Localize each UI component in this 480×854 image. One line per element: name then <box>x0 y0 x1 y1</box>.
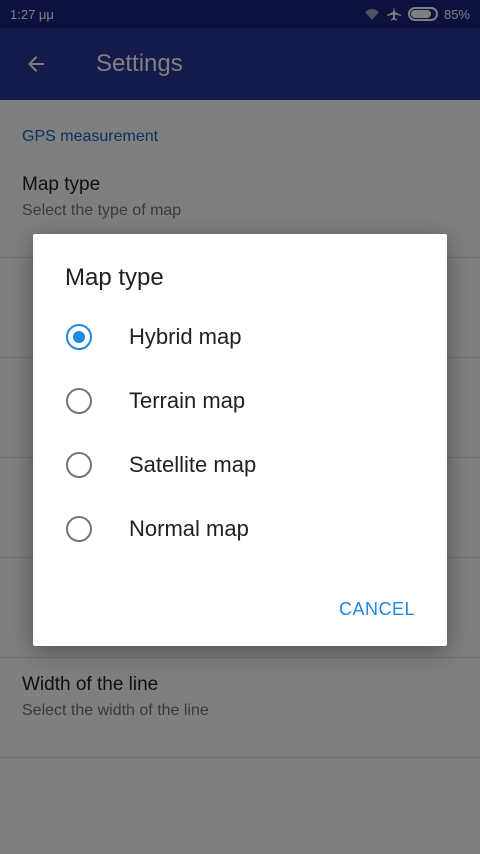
option-normal-map[interactable]: Normal map <box>33 497 447 561</box>
option-label: Hybrid map <box>129 324 242 349</box>
option-label: Terrain map <box>129 388 246 413</box>
cancel-button[interactable]: CANCEL <box>339 599 415 620</box>
option-label: Satellite map <box>129 452 257 477</box>
dialog-title: Map type <box>65 264 164 291</box>
option-label: Normal map <box>129 516 249 541</box>
map-type-dialog: Map type Hybrid map Terrain map Satellit… <box>33 234 447 646</box>
option-satellite-map[interactable]: Satellite map <box>33 433 447 497</box>
option-terrain-map[interactable]: Terrain map <box>33 369 447 433</box>
radio-button[interactable] <box>66 324 92 350</box>
radio-group: Hybrid map Terrain map Satellite map Nor… <box>33 305 447 561</box>
option-hybrid-map[interactable]: Hybrid map <box>33 305 447 369</box>
radio-button[interactable] <box>66 516 92 542</box>
radio-button[interactable] <box>66 452 92 478</box>
radio-button[interactable] <box>66 388 92 414</box>
